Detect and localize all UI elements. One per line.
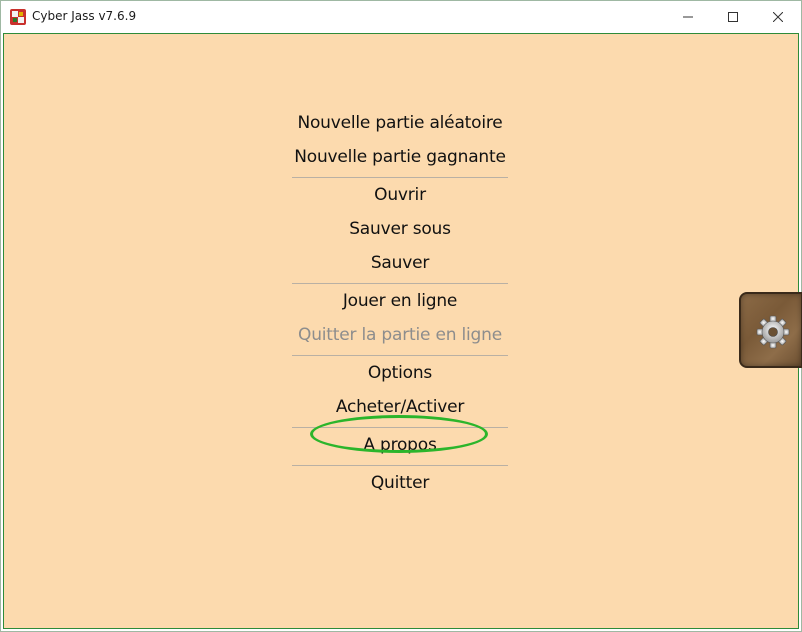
menu-separator — [292, 355, 508, 356]
menu-item-play-online[interactable]: Jouer en ligne — [292, 286, 508, 320]
menu-item-quit-online-game: Quitter la partie en ligne — [298, 325, 502, 345]
menu-separator — [292, 177, 508, 178]
close-button[interactable] — [755, 1, 801, 32]
menu-item-new-random-game[interactable]: Nouvelle partie aléatoire — [292, 108, 508, 142]
menu-separator — [292, 465, 508, 466]
menu-item-about[interactable]: A propos — [292, 430, 508, 464]
minimize-icon — [683, 16, 693, 17]
close-icon — [773, 11, 783, 22]
settings-button[interactable] — [739, 292, 802, 368]
gear-icon — [756, 315, 790, 349]
menu-separator — [292, 427, 508, 428]
menu-item-save-as[interactable]: Sauver sous — [292, 214, 508, 248]
menu-item-options[interactable]: Options — [292, 358, 508, 392]
minimize-button[interactable] — [665, 1, 711, 32]
title-bar[interactable]: Cyber Jass v7.6.9 — [1, 1, 801, 32]
menu-item-open[interactable]: Ouvrir — [292, 180, 508, 214]
menu-separator — [292, 283, 508, 284]
menu-item-buy-activate[interactable]: Acheter/Activer — [292, 392, 508, 426]
maximize-button[interactable] — [710, 1, 756, 32]
window-title: Cyber Jass v7.6.9 — [32, 9, 137, 23]
maximize-icon — [728, 11, 738, 22]
menu-item-quit[interactable]: Quitter — [292, 468, 508, 502]
main-menu: Nouvelle partie aléatoire Nouvelle parti… — [292, 108, 508, 502]
menu-item-new-winning-game[interactable]: Nouvelle partie gagnante — [292, 142, 508, 176]
app-icon — [10, 9, 26, 25]
menu-item-save[interactable]: Sauver — [292, 248, 508, 282]
